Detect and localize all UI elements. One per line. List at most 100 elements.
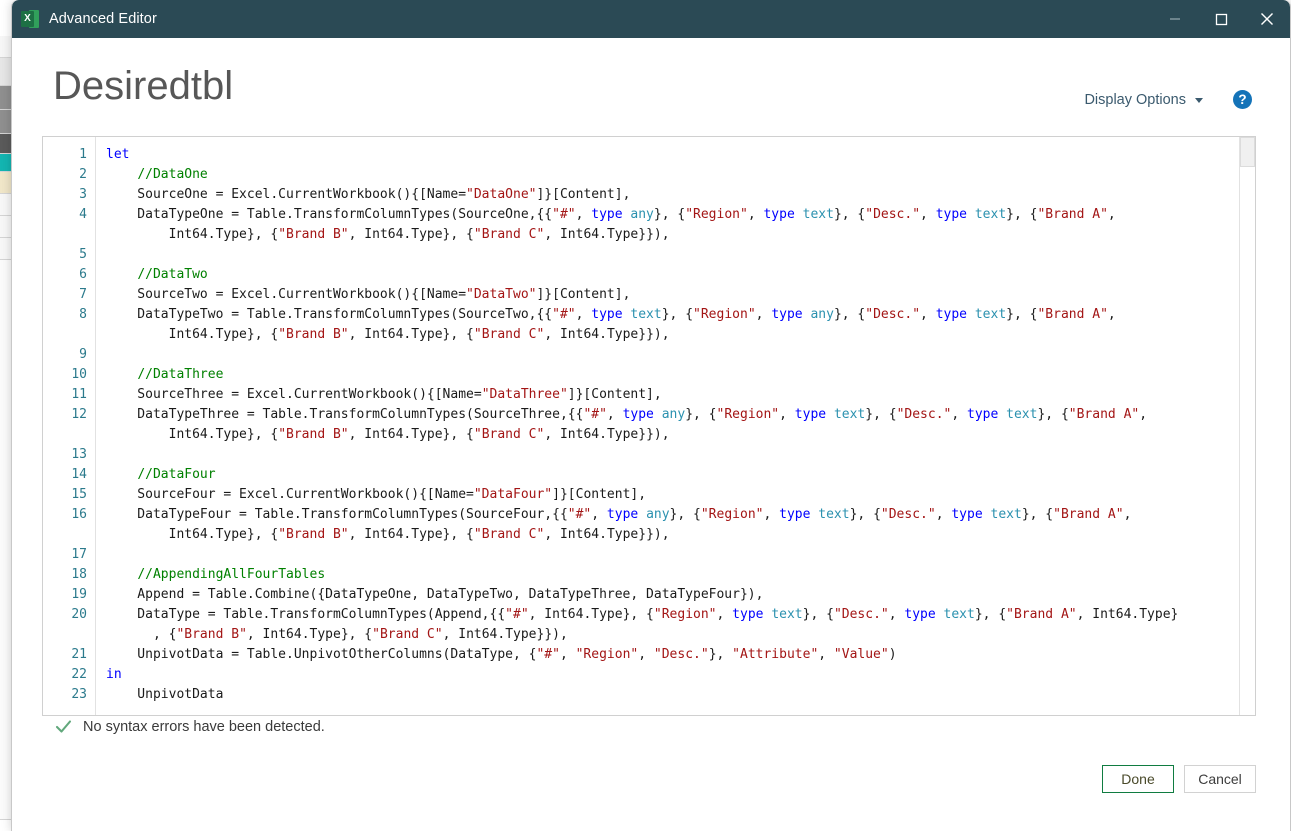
code-token: "Brand B" <box>278 327 349 342</box>
code-token: SourceThree = Excel.CurrentWorkbook(){[N… <box>106 387 482 402</box>
code-token: "Brand B" <box>278 427 349 442</box>
code-token: }, { <box>669 507 701 522</box>
code-token: "Brand C" <box>473 327 545 342</box>
code-token: , <box>779 407 795 422</box>
code-token: Int64.Type}, { <box>106 227 279 242</box>
close-icon[interactable] <box>1244 0 1290 38</box>
header-actions: Display Options ? <box>1084 90 1252 109</box>
code-line: Append = Table.Combine({DataTypeOne, Dat… <box>106 585 1239 605</box>
code-token: ) <box>888 647 897 662</box>
code-token: "Region" <box>716 407 780 422</box>
advanced-editor-dialog: X Advanced Editor Desiredtbl Display Opt… <box>11 0 1291 831</box>
code-token: , <box>638 647 654 662</box>
code-token: DataTypeOne = Table.TransformColumnTypes… <box>106 207 553 222</box>
dialog-header: Desiredtbl Display Options ? <box>12 38 1290 137</box>
code-token: , <box>1139 407 1148 422</box>
code-token: text <box>818 507 850 522</box>
minimize-icon[interactable] <box>1152 0 1198 38</box>
code-token: text <box>974 307 1007 322</box>
code-token: "Brand B" <box>176 627 247 642</box>
code-token: DataTypeFour = Table.TransformColumnType… <box>106 507 568 522</box>
line-number: 2 <box>79 167 87 182</box>
code-token: SourceOne = Excel.CurrentWorkbook(){[Nam… <box>106 187 467 202</box>
code-line: UnpivotData <box>106 685 1239 705</box>
code-token: , <box>763 507 780 522</box>
line-number: 9 <box>79 347 87 362</box>
editor-scrollbar-thumb[interactable] <box>1240 137 1255 167</box>
code-token: type <box>732 607 764 622</box>
line-number: 12 <box>71 407 87 422</box>
code-line: //DataThree <box>106 365 1239 385</box>
done-button[interactable]: Done <box>1102 765 1174 793</box>
line-number: 6 <box>79 267 87 282</box>
code-editor[interactable]: 1234 5678 9 10 11 12 13 14 15 16 17 18 19 20 21 22… <box>42 136 1256 716</box>
code-token: SourceFour = Excel.CurrentWorkbook(){[Na… <box>106 487 474 502</box>
code-token: text <box>974 207 1007 222</box>
cancel-button[interactable]: Cancel <box>1184 765 1256 793</box>
code-token: , Int64.Type}, { <box>348 327 474 342</box>
code-token: ]}[Content], <box>536 287 631 302</box>
code-token: , <box>716 607 733 622</box>
code-token: "DataFour" <box>473 487 553 502</box>
code-token: type <box>591 307 623 322</box>
code-token: DataTypeThree = Table.TransformColumnTyp… <box>106 407 584 422</box>
code-token: type <box>935 207 968 222</box>
line-number-gutter: 1234 5678 9 10 11 12 13 14 15 16 17 18 19 20 21 22… <box>43 137 95 715</box>
code-token: }, { <box>661 307 694 322</box>
code-token: "Desc." <box>865 207 921 222</box>
code-token: DataType = Table.TransformColumnTypes(Ap… <box>106 607 506 622</box>
code-token: , Int64.Type}, { <box>348 527 474 542</box>
code-token: any <box>661 407 686 422</box>
code-line: //DataTwo <box>106 265 1239 285</box>
code-token: //DataTwo <box>137 267 208 282</box>
line-number: 8 <box>79 307 87 322</box>
status-message: No syntax errors have been detected. <box>83 718 325 735</box>
line-number: 1 <box>79 147 87 162</box>
code-line: //DataFour <box>106 465 1239 485</box>
code-token: "Brand A" <box>1068 407 1140 422</box>
code-token: , <box>591 507 607 522</box>
code-token: let <box>106 147 130 162</box>
code-token: "Brand B" <box>278 527 349 542</box>
code-token: "Region" <box>693 307 756 322</box>
code-token: text <box>990 507 1022 522</box>
code-token: , Int64.Type}, { <box>348 227 474 242</box>
code-token: type <box>904 607 936 622</box>
code-token: }, { <box>653 207 686 222</box>
code-editor-scroll-area[interactable]: 1234 5678 9 10 11 12 13 14 15 16 17 18 19 20 21 22… <box>43 137 1239 715</box>
code-token: "Desc." <box>880 507 936 522</box>
code-token: }, { <box>1037 407 1069 422</box>
code-line: Int64.Type}, {"Brand B", Int64.Type}, {"… <box>106 325 1239 345</box>
code-token: type <box>967 407 999 422</box>
code-line: DataTypeTwo = Table.TransformColumnTypes… <box>106 305 1239 325</box>
code-token: , <box>935 507 952 522</box>
chevron-down-icon <box>1195 98 1203 103</box>
code-line: //DataOne <box>106 165 1239 185</box>
code-token: type <box>763 207 795 222</box>
code-token: type <box>935 307 968 322</box>
maximize-icon[interactable] <box>1198 0 1244 38</box>
line-number-blank <box>43 325 87 345</box>
code-token: "Brand C" <box>473 427 545 442</box>
code-token: any <box>810 307 834 322</box>
code-text[interactable]: let //DataOne SourceOne = Excel.CurrentW… <box>95 137 1239 715</box>
code-token: Int64.Type}, { <box>106 427 279 442</box>
code-token: , Int64.Type}}), <box>544 427 670 442</box>
editor-scrollbar[interactable] <box>1239 137 1255 715</box>
code-token: "#" <box>505 607 529 622</box>
code-token: "Desc." <box>653 647 709 662</box>
code-token: "#" <box>583 407 607 422</box>
status-bar: No syntax errors have been detected. <box>55 718 325 735</box>
code-token: }, { <box>974 607 1007 622</box>
help-icon[interactable]: ? <box>1233 90 1252 109</box>
code-line: in <box>106 665 1239 685</box>
code-token: //DataThree <box>137 367 224 382</box>
code-token: , <box>606 407 623 422</box>
code-line: SourceThree = Excel.CurrentWorkbook(){[N… <box>106 385 1239 405</box>
display-options-dropdown[interactable]: Display Options <box>1084 92 1203 108</box>
